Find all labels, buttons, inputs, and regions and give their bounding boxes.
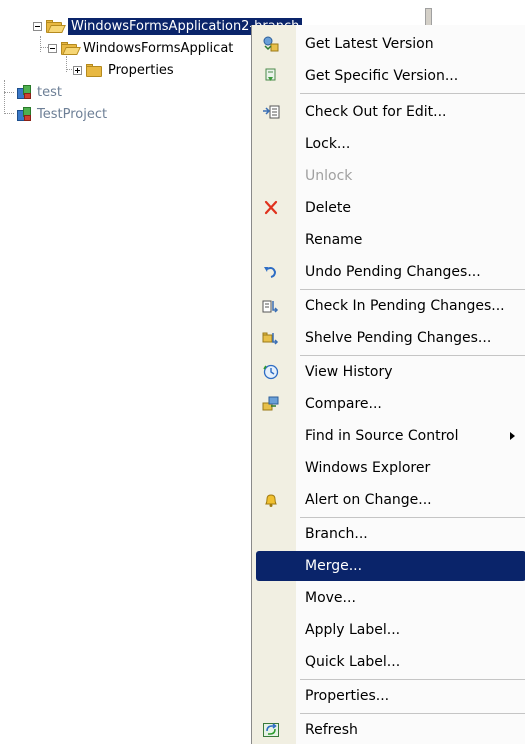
menu-separator	[300, 289, 525, 290]
menu-item-move[interactable]: Move...	[252, 583, 525, 613]
tree-item-label: Properties	[108, 62, 174, 78]
tree-item-testproject[interactable]: TestProject	[15, 104, 107, 124]
folder-open-icon	[46, 19, 66, 33]
shelve-icon	[262, 332, 279, 345]
tree-item-label: test	[37, 84, 62, 100]
menu-item-shelve[interactable]: Shelve Pending Changes...	[252, 323, 525, 353]
folder-icon	[86, 63, 104, 77]
menu-item-refresh[interactable]: Refresh	[252, 715, 525, 745]
tree-item-test[interactable]: test	[15, 82, 62, 102]
menu-item-check-out[interactable]: Check Out for Edit...	[252, 97, 525, 127]
tree-connector	[40, 36, 42, 52]
menu-item-delete[interactable]: Delete	[252, 193, 525, 223]
menu-separator	[300, 93, 525, 94]
menu-item-apply-label[interactable]: Apply Label...	[252, 615, 525, 645]
menu-item-lock[interactable]: Lock...	[252, 129, 525, 159]
project-icon	[15, 84, 33, 100]
compare-icon	[262, 396, 279, 411]
menu-separator	[300, 517, 525, 518]
delete-icon	[264, 200, 278, 215]
refresh-icon	[263, 723, 279, 737]
menu-item-rename[interactable]: Rename	[252, 225, 525, 255]
menu-item-merge[interactable]: Merge...	[256, 551, 525, 581]
undo-icon	[264, 267, 277, 278]
check-in-icon	[262, 300, 279, 313]
get-specific-icon	[265, 68, 276, 81]
expand-toggle[interactable]	[73, 65, 82, 75]
menu-item-quick-label[interactable]: Quick Label...	[252, 647, 525, 677]
tree-connector	[40, 47, 48, 49]
menu-separator	[300, 713, 525, 714]
menu-item-windows-explorer[interactable]: Windows Explorer	[252, 453, 525, 483]
menu-item-properties[interactable]: Properties...	[252, 681, 525, 711]
folder-open-icon	[61, 41, 81, 55]
context-menu: Get Latest Version Get Specific Version.…	[251, 25, 525, 744]
bell-icon	[265, 494, 277, 507]
menu-item-branch[interactable]: Branch...	[252, 519, 525, 549]
collapse-toggle[interactable]	[33, 21, 42, 31]
tree-item-app[interactable]: WindowsFormsApplicat	[48, 38, 233, 58]
menu-item-get-latest[interactable]: Get Latest Version	[252, 29, 525, 59]
tree-connector	[4, 80, 6, 114]
tree-item-label: WindowsFormsApplicat	[83, 40, 234, 56]
collapse-toggle[interactable]	[48, 43, 57, 53]
menu-item-alert-on-change[interactable]: Alert on Change...	[252, 485, 525, 515]
splitter-handle[interactable]	[425, 8, 432, 26]
menu-item-check-in[interactable]: Check In Pending Changes...	[252, 291, 525, 321]
menu-item-compare[interactable]: Compare...	[252, 389, 525, 419]
menu-item-get-specific[interactable]: Get Specific Version...	[252, 61, 525, 91]
get-latest-icon	[263, 36, 279, 52]
menu-separator	[300, 679, 525, 680]
menu-item-undo-pending[interactable]: Undo Pending Changes...	[252, 257, 525, 287]
project-icon	[15, 106, 33, 122]
history-icon	[263, 364, 279, 380]
menu-item-unlock: Unlock	[305, 168, 353, 184]
tree-item-label: TestProject	[37, 106, 108, 122]
menu-item-find-in-source-control[interactable]: Find in Source Control	[252, 421, 525, 451]
submenu-arrow-icon	[510, 432, 515, 440]
menu-separator	[300, 355, 525, 356]
menu-item-view-history[interactable]: View History	[252, 357, 525, 387]
check-out-icon	[263, 105, 280, 119]
tree-item-properties[interactable]: Properties	[73, 60, 174, 80]
solution-tree: WindowsFormsApplication2-branch WindowsF…	[0, 0, 303, 744]
